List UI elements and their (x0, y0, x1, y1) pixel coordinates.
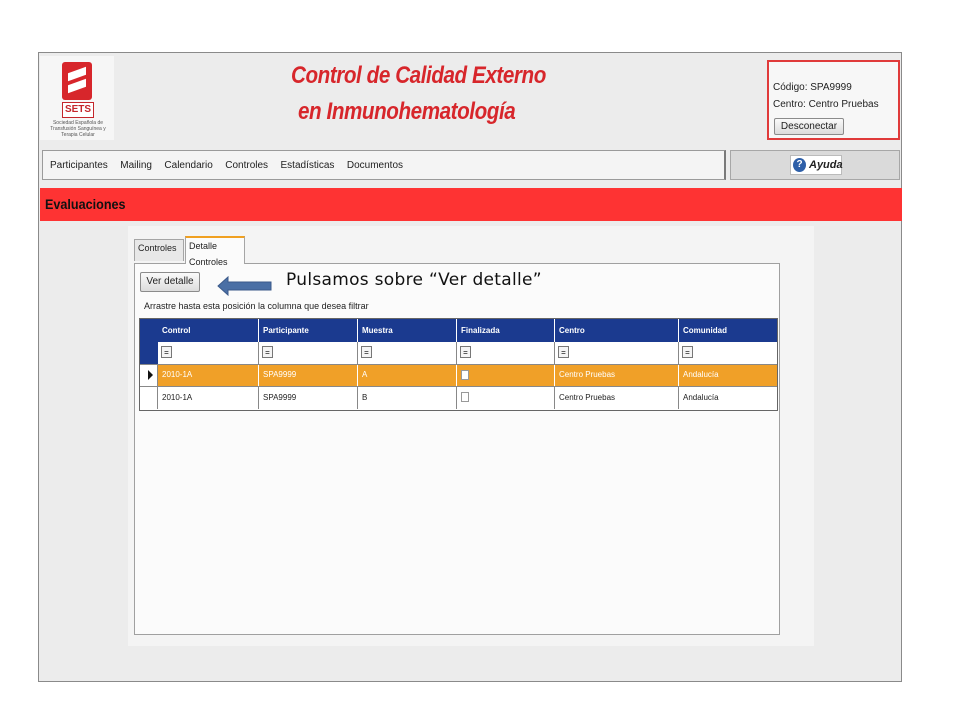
help-button[interactable]: ? Ayuda (790, 155, 843, 175)
nav-item-documentos[interactable]: Documentos (347, 151, 403, 181)
cell-muestra[interactable]: B (358, 387, 457, 409)
annotation-arrow-icon (217, 276, 272, 296)
column-header-control[interactable]: Control (158, 319, 259, 342)
column-header-finalizada[interactable]: Finalizada (457, 319, 555, 342)
logo-caption: Sociedad Española de Transfusión Sanguín… (50, 120, 106, 138)
filter-button[interactable]: = (262, 346, 273, 358)
cell-finalizada[interactable] (457, 365, 555, 386)
user-center-value: Centro Pruebas (808, 99, 879, 110)
cell-centro[interactable]: Centro Pruebas (555, 387, 679, 409)
row-selector-filter (140, 342, 158, 364)
column-header-participante[interactable]: Participante (259, 319, 358, 342)
cell-participante[interactable]: SPA9999 (259, 387, 358, 409)
row-selector-header (140, 319, 158, 342)
nav-item-controles[interactable]: Controles (225, 151, 268, 181)
cell-control[interactable]: 2010-1A (158, 365, 259, 386)
filter-cell-control: = (158, 342, 259, 364)
question-icon: ? (793, 158, 806, 172)
grid-filter-row: = = = = = = (140, 342, 777, 365)
sets-logo: SETS Sociedad Española de Transfusión Sa… (40, 56, 114, 140)
cell-control[interactable]: 2010-1A (158, 387, 259, 409)
group-by-hint: Arrastre hasta esta posición la columna … (144, 301, 369, 311)
user-code-value: SPA9999 (810, 82, 852, 93)
user-code-label: Código: (773, 82, 808, 93)
user-center: Centro: Centro Pruebas (773, 99, 879, 110)
nav-item-participantes[interactable]: Participantes (50, 151, 108, 181)
user-center-label: Centro: (773, 99, 806, 110)
nav-item-mailing[interactable]: Mailing (120, 151, 152, 181)
row-selector[interactable] (140, 365, 158, 386)
finalizada-checkbox[interactable] (461, 392, 469, 402)
table-row[interactable]: 2010-1A SPA9999 B Centro Pruebas Andaluc… (140, 386, 777, 409)
filter-cell-comunidad: = (679, 342, 777, 364)
filter-cell-muestra: = (358, 342, 457, 364)
grid-header-row: Control Participante Muestra Finalizada … (140, 319, 777, 342)
controls-grid: Control Participante Muestra Finalizada … (139, 318, 778, 411)
help-bar: ? Ayuda (730, 150, 900, 180)
cell-comunidad[interactable]: Andalucía (679, 365, 777, 386)
main-nav: Participantes Mailing Calendario Control… (42, 150, 726, 180)
user-code: Código: SPA9999 (773, 82, 852, 93)
table-row-selected[interactable]: 2010-1A SPA9999 A Centro Pruebas Andaluc… (140, 365, 777, 386)
user-info-box: Código: SPA9999 Centro: Centro Pruebas D… (767, 60, 900, 140)
disconnect-button[interactable]: Desconectar (774, 118, 844, 135)
cell-participante[interactable]: SPA9999 (259, 365, 358, 386)
tab-detalle-controles[interactable]: Detalle Controles (185, 236, 245, 267)
filter-cell-participante: = (259, 342, 358, 364)
logo-acronym: SETS (62, 102, 94, 118)
row-selector[interactable] (140, 387, 158, 409)
nav-item-calendario[interactable]: Calendario (164, 151, 212, 181)
filter-button[interactable]: = (682, 346, 693, 358)
annotation-text: Pulsamos sobre “Ver detalle” (286, 270, 542, 290)
section-title: Evaluaciones (45, 196, 126, 212)
ver-detalle-button[interactable]: Ver detalle (140, 272, 200, 292)
cell-comunidad[interactable]: Andalucía (679, 387, 777, 409)
filter-cell-centro: = (555, 342, 679, 364)
filter-button[interactable]: = (460, 346, 471, 358)
cell-finalizada[interactable] (457, 387, 555, 409)
column-header-muestra[interactable]: Muestra (358, 319, 457, 342)
filter-button[interactable]: = (161, 346, 172, 358)
help-label: Ayuda (809, 159, 843, 171)
page-title-line1: Control de Calidad Externo (291, 62, 546, 89)
cell-centro[interactable]: Centro Pruebas (555, 365, 679, 386)
filter-button[interactable]: = (558, 346, 569, 358)
logo-mark-icon (62, 62, 92, 100)
column-header-centro[interactable]: Centro (555, 319, 679, 342)
nav-item-estadisticas[interactable]: Estadísticas (281, 151, 335, 181)
filter-button[interactable]: = (361, 346, 372, 358)
column-header-comunidad[interactable]: Comunidad (679, 319, 777, 342)
finalizada-checkbox[interactable] (461, 370, 469, 380)
section-header: Evaluaciones (40, 188, 902, 221)
tab-controles[interactable]: Controles (134, 239, 184, 261)
filter-cell-finalizada: = (457, 342, 555, 364)
row-pointer-icon (148, 370, 153, 380)
cell-muestra[interactable]: A (358, 365, 457, 386)
page-title-line2: en Inmunohematología (298, 98, 516, 125)
